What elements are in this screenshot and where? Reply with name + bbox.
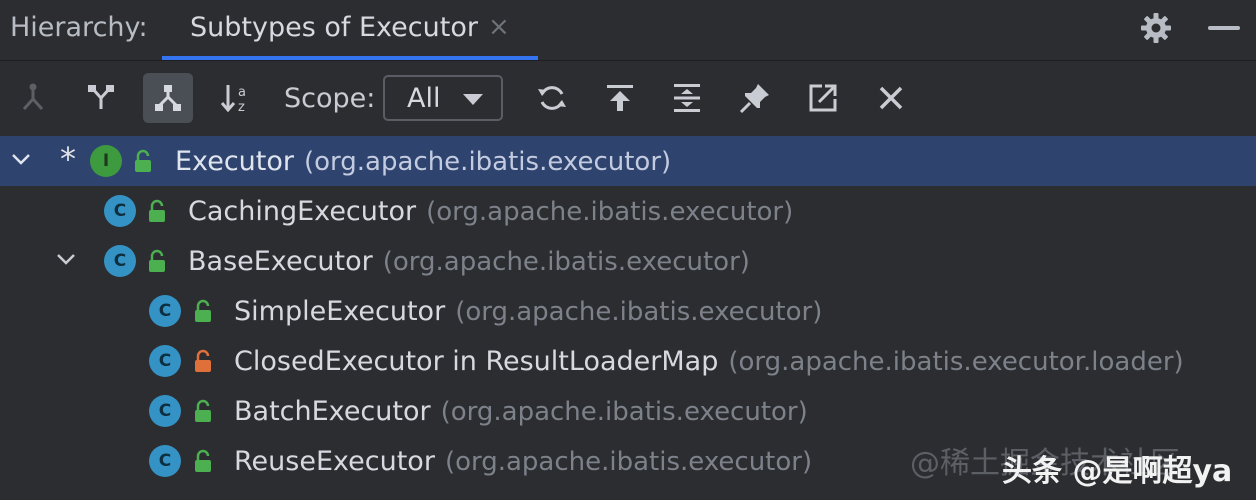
public-lock-icon bbox=[195, 399, 211, 422]
inner-class-icon: C bbox=[149, 345, 181, 377]
expand-to-top-button[interactable] bbox=[595, 73, 645, 123]
private-lock-icon bbox=[195, 349, 211, 372]
chevron-down-icon bbox=[463, 94, 483, 105]
svg-text:a: a bbox=[238, 85, 246, 100]
tree-row-label: BaseExecutor (org.apache.ibatis.executor) bbox=[188, 246, 750, 277]
chevron-down-icon[interactable] bbox=[53, 246, 79, 272]
hierarchy-toolbar: a z Scope: All bbox=[0, 61, 1256, 135]
public-lock-icon bbox=[135, 149, 151, 172]
expand-all-button[interactable] bbox=[662, 73, 712, 123]
package-name: (org.apache.ibatis.executor.loader) bbox=[728, 347, 1184, 377]
svg-text:z: z bbox=[238, 100, 245, 115]
tree-row-label: BatchExecutor (org.apache.ibatis.executor… bbox=[234, 396, 808, 427]
star-icon: * bbox=[60, 140, 76, 178]
class-name: Executor bbox=[175, 146, 294, 177]
sort-alphabetically-button[interactable]: a z bbox=[211, 73, 261, 123]
tree-row-executor[interactable]: * I Executor (org.apache.ibatis.executor) bbox=[0, 136, 1256, 186]
class-name: BatchExecutor bbox=[234, 396, 431, 427]
export-button[interactable] bbox=[798, 73, 848, 123]
abstract-class-icon: C bbox=[104, 245, 136, 277]
package-name: (org.apache.ibatis.executor) bbox=[455, 297, 823, 327]
scope-label: Scope: bbox=[284, 83, 376, 114]
close-button[interactable] bbox=[866, 73, 916, 123]
tool-window-title: Hierarchy: bbox=[10, 12, 148, 43]
sort-alphabetically-icon: a z bbox=[220, 85, 246, 115]
class-hierarchy-icon bbox=[155, 85, 181, 111]
watermark-toutiao: 头条 @是啊超ya bbox=[1002, 454, 1233, 489]
tree-row-caching-executor[interactable]: C CachingExecutor (org.apache.ibatis.exec… bbox=[0, 186, 1256, 236]
supertypes-hierarchy-icon bbox=[22, 83, 44, 111]
package-name: (org.apache.ibatis.executor) bbox=[303, 147, 672, 177]
package-name: (org.apache.ibatis.executor) bbox=[426, 197, 794, 227]
package-name: (org.apache.ibatis.executor) bbox=[444, 447, 813, 477]
scope-dropdown[interactable]: All bbox=[383, 75, 503, 121]
tree-row-simple-executor[interactable]: C SimpleExecutor (org.apache.ibatis.execu… bbox=[0, 286, 1256, 336]
class-hierarchy-button[interactable] bbox=[143, 73, 193, 123]
tree-row-label: CachingExecutor (org.apache.ibatis.execut… bbox=[188, 196, 793, 227]
public-lock-icon bbox=[149, 249, 165, 272]
class-icon: C bbox=[149, 445, 181, 477]
refresh-button[interactable] bbox=[527, 73, 577, 123]
supertypes-hierarchy-button[interactable] bbox=[8, 73, 58, 123]
subtypes-hierarchy-icon bbox=[88, 85, 114, 109]
tree-row-base-executor[interactable]: C BaseExecutor (org.apache.ibatis.executo… bbox=[0, 236, 1256, 286]
package-name: (org.apache.ibatis.executor) bbox=[440, 397, 808, 427]
pin-tab-icon bbox=[739, 84, 769, 114]
interface-icon: I bbox=[90, 145, 122, 177]
public-lock-icon bbox=[149, 199, 165, 222]
tool-window-header: Hierarchy: Subtypes of Executor × bbox=[0, 0, 1256, 61]
class-name: ReuseExecutor bbox=[234, 446, 435, 477]
class-name: ClosedExecutor in ResultLoaderMap bbox=[234, 346, 719, 377]
export-icon bbox=[809, 84, 837, 112]
gear-icon[interactable] bbox=[1140, 12, 1172, 44]
tab-subtypes-of-executor[interactable]: Subtypes of Executor × bbox=[162, 0, 538, 60]
public-lock-icon bbox=[195, 299, 211, 322]
tree-row-batch-executor[interactable]: C BatchExecutor (org.apache.ibatis.execut… bbox=[0, 386, 1256, 436]
class-name: BaseExecutor bbox=[188, 246, 373, 277]
class-name: CachingExecutor bbox=[188, 196, 417, 227]
tree-row-closed-executor[interactable]: C ClosedExecutor in ResultLoaderMap (org.… bbox=[0, 336, 1256, 386]
class-name: SimpleExecutor bbox=[234, 296, 446, 327]
scope-selected-value: All bbox=[407, 83, 441, 114]
tree-row-label: Executor (org.apache.ibatis.executor) bbox=[175, 146, 671, 177]
public-lock-icon bbox=[195, 449, 211, 472]
subtypes-hierarchy-button[interactable] bbox=[76, 73, 126, 123]
package-name: (org.apache.ibatis.executor) bbox=[382, 247, 750, 277]
refresh-icon bbox=[538, 86, 566, 110]
tree-row-label: ClosedExecutor in ResultLoaderMap (org.ap… bbox=[234, 346, 1184, 377]
close-icon bbox=[879, 86, 903, 110]
tab-label: Subtypes of Executor bbox=[190, 12, 478, 43]
tab-close-icon[interactable]: × bbox=[488, 12, 510, 42]
class-icon: C bbox=[104, 195, 136, 227]
class-icon: C bbox=[149, 295, 181, 327]
minimize-icon[interactable] bbox=[1208, 26, 1240, 30]
pin-tab-button[interactable] bbox=[730, 73, 780, 123]
class-icon: C bbox=[149, 395, 181, 427]
chevron-down-icon[interactable] bbox=[8, 146, 34, 172]
expand-all-icon bbox=[674, 84, 700, 112]
tab-active-indicator bbox=[162, 56, 538, 60]
expand-to-top-icon bbox=[607, 85, 633, 111]
tree-row-label: SimpleExecutor (org.apache.ibatis.executo… bbox=[234, 296, 822, 327]
tree-row-label: ReuseExecutor (org.apache.ibatis.executor… bbox=[234, 446, 812, 477]
